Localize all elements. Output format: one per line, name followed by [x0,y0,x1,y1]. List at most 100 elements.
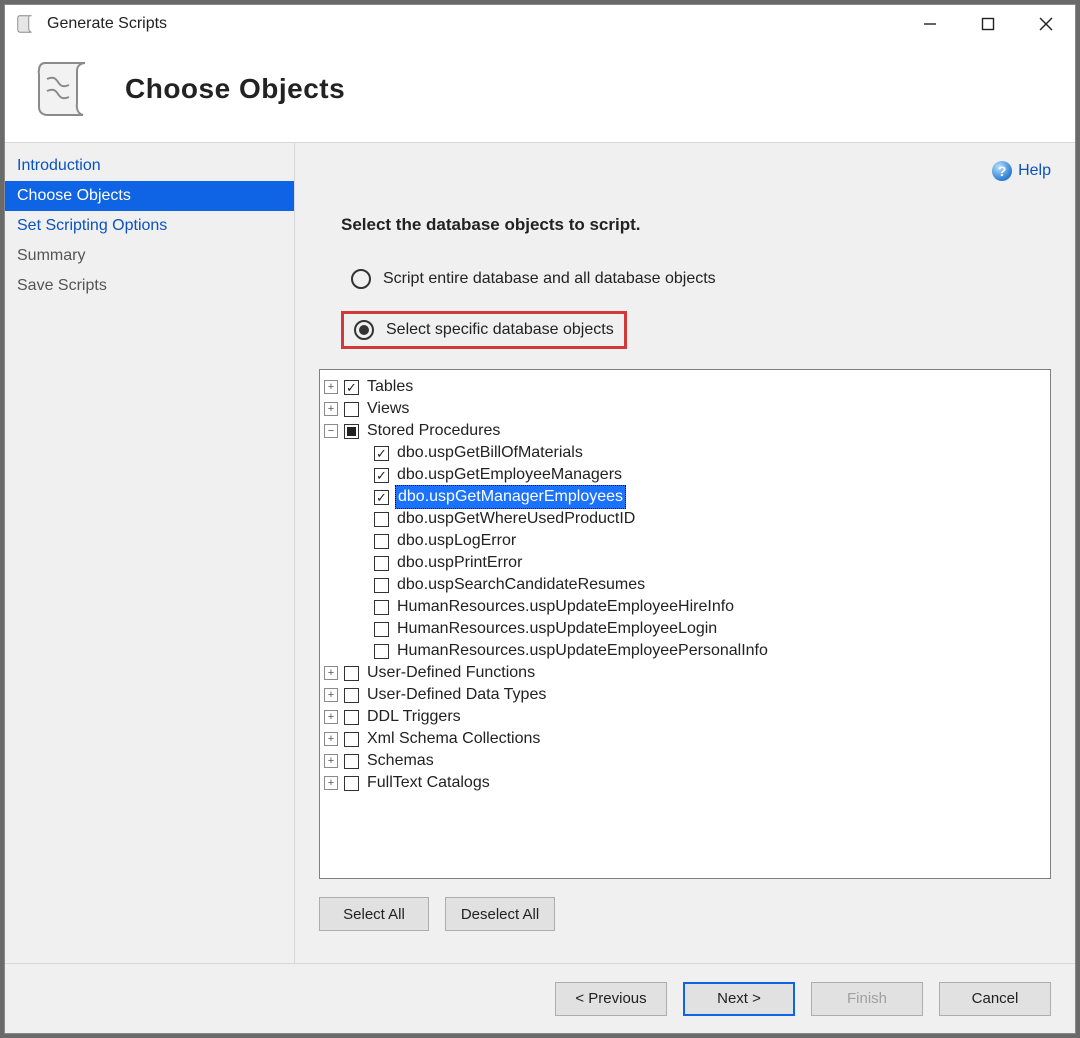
titlebar: Generate Scripts [5,5,1075,43]
help-icon: ? [992,161,1012,181]
help-link[interactable]: ? Help [992,161,1051,181]
expand-icon[interactable]: + [324,688,338,702]
checkbox-icon [344,666,359,681]
checkbox-icon [374,644,389,659]
tree-node-label: User-Defined Functions [365,662,537,684]
tree-node-label: dbo.uspGetEmployeeManagers [395,464,624,486]
tree-node[interactable]: ✓ dbo.uspGetManagerEmployees [324,486,1046,508]
tree-node[interactable]: + Views [324,398,1046,420]
checkbox-icon [344,754,359,769]
tree-node[interactable]: HumanResources.uspUpdateEmployeeLogin [324,618,1046,640]
checkbox-icon [374,622,389,637]
tree-node[interactable]: + DDL Triggers [324,706,1046,728]
generate-scripts-wizard: Generate Scripts Choose Objects Introduc… [4,4,1076,1034]
tree-node-label: dbo.uspLogError [395,530,518,552]
tree-node-label: dbo.uspGetWhereUsedProductID [395,508,637,530]
tree-node[interactable]: dbo.uspLogError [324,530,1046,552]
wizard-footer: < Previous Next > Finish Cancel [5,963,1075,1033]
cancel-button[interactable]: Cancel [939,982,1051,1016]
tree-node[interactable]: dbo.uspPrintError [324,552,1046,574]
checkbox-icon: ✓ [374,468,389,483]
tree-node[interactable]: dbo.uspGetWhereUsedProductID [324,508,1046,530]
previous-button[interactable]: < Previous [555,982,667,1016]
nav-item-summary: Summary [5,241,294,271]
tree-node-label: HumanResources.uspUpdateEmployeeHireInfo [395,596,736,618]
tree-node-label: Views [365,398,411,420]
next-button[interactable]: Next > [683,982,795,1016]
expand-icon[interactable]: + [324,776,338,790]
tree-node[interactable]: dbo.uspSearchCandidateResumes [324,574,1046,596]
tree-node-label: Tables [365,376,415,398]
checkbox-icon [374,556,389,571]
nav-item-save-scripts: Save Scripts [5,271,294,301]
wizard-body: IntroductionChoose ObjectsSet Scripting … [5,143,1075,963]
wizard-nav: IntroductionChoose ObjectsSet Scripting … [5,143,295,963]
expand-icon[interactable]: + [324,402,338,416]
expand-icon[interactable]: + [324,710,338,724]
tree-node-label: Xml Schema Collections [365,728,542,750]
tree-node[interactable]: +User-Defined Data Types [324,684,1046,706]
checkbox-icon [344,402,359,417]
checkbox-icon [344,710,359,725]
tree-node-label: DDL Triggers [365,706,463,728]
radio-option-0[interactable]: Script entire database and all database … [341,263,1051,295]
tree-node-label: Schemas [365,750,436,772]
instruction-text: Select the database objects to script. [341,215,1051,235]
maximize-button[interactable] [959,5,1017,43]
expand-icon[interactable]: + [324,754,338,768]
window-title: Generate Scripts [47,15,167,33]
tree-node[interactable]: − Stored Procedures [324,420,1046,442]
page-title: Choose Objects [125,73,345,105]
main-panel: ? Help Select the database objects to sc… [295,143,1075,963]
checkbox-icon [374,534,389,549]
nav-item-choose-objects: Choose Objects [5,181,294,211]
checkbox-icon: ✓ [374,446,389,461]
tree-node-label: Stored Procedures [365,420,502,442]
checkbox-icon [374,600,389,615]
tree-node[interactable]: ✓ dbo.uspGetBillOfMaterials [324,442,1046,464]
finish-button: Finish [811,982,923,1016]
objects-tree[interactable]: + ✓ Tables + Views − Stored Procedures ✓ dbo.usp… [319,369,1051,879]
tree-node[interactable]: + Xml Schema Collections [324,728,1046,750]
expand-icon[interactable]: + [324,732,338,746]
deselect-all-button[interactable]: Deselect All [445,897,555,931]
tree-node-label: dbo.uspGetManagerEmployees [395,485,626,509]
radio-icon [351,269,371,289]
tree-node[interactable]: ✓ dbo.uspGetEmployeeManagers [324,464,1046,486]
tree-node-label: HumanResources.uspUpdateEmployeePersonal… [395,640,770,662]
checkbox-icon: ✓ [374,490,389,505]
close-button[interactable] [1017,5,1075,43]
checkbox-icon [344,424,359,439]
tree-node-label: dbo.uspSearchCandidateResumes [395,574,647,596]
select-all-button[interactable]: Select All [319,897,429,931]
radio-label: Script entire database and all database … [383,270,716,288]
tree-node-label: dbo.uspPrintError [395,552,524,574]
script-large-icon [33,57,97,121]
expand-icon[interactable]: + [324,380,338,394]
collapse-icon[interactable]: − [324,424,338,438]
checkbox-icon [344,776,359,791]
wizard-header: Choose Objects [5,43,1075,143]
minimize-button[interactable] [901,5,959,43]
tree-node[interactable]: + FullText Catalogs [324,772,1046,794]
tree-node[interactable]: + ✓ Tables [324,376,1046,398]
checkbox-icon [344,732,359,747]
nav-item-set-scripting-options[interactable]: Set Scripting Options [5,211,294,241]
script-icon [15,13,37,35]
tree-node-label: dbo.uspGetBillOfMaterials [395,442,585,464]
help-label: Help [1018,162,1051,180]
radio-icon [354,320,374,340]
tree-node[interactable]: HumanResources.uspUpdateEmployeeHireInfo [324,596,1046,618]
radio-option-1[interactable]: Select specific database objects [341,311,627,349]
nav-item-introduction[interactable]: Introduction [5,151,294,181]
tree-node[interactable]: + Schemas [324,750,1046,772]
tree-node-label: HumanResources.uspUpdateEmployeeLogin [395,618,719,640]
tree-node[interactable]: + User-Defined Functions [324,662,1046,684]
checkbox-icon [374,512,389,527]
tree-node-label: FullText Catalogs [365,772,492,794]
checkbox-icon: ✓ [344,380,359,395]
tree-node[interactable]: HumanResources.uspUpdateEmployeePersonal… [324,640,1046,662]
checkbox-icon [374,578,389,593]
checkbox-icon [344,688,359,703]
expand-icon[interactable]: + [324,666,338,680]
